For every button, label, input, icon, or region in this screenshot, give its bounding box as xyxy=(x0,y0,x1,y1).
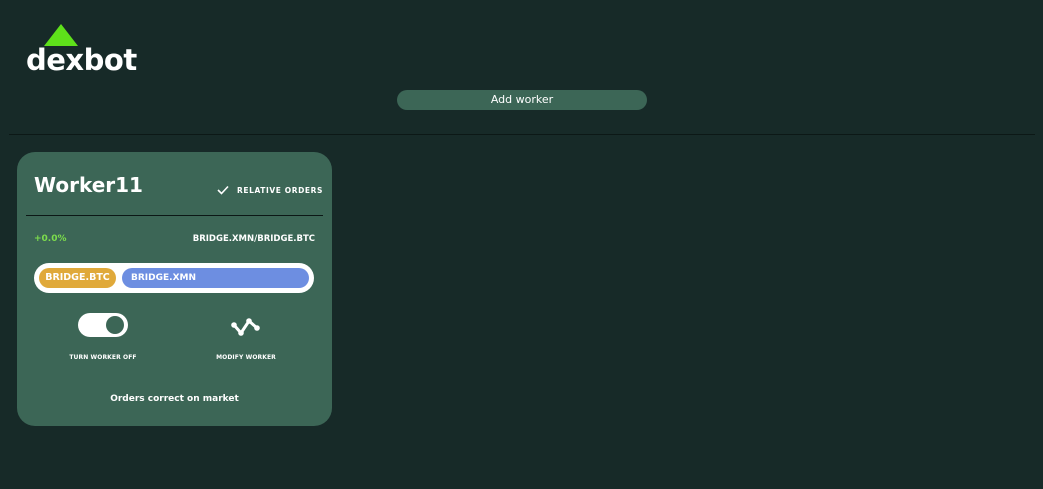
modify-worker-label: MODIFY WORKER xyxy=(216,354,276,361)
modify-icon[interactable] xyxy=(230,316,262,338)
market-pair: BRIDGE.XMN/BRIDGE.BTC xyxy=(192,234,315,244)
quote-asset-pill: BRIDGE.XMN xyxy=(122,268,309,288)
relative-orders-indicator: RELATIVE ORDERS xyxy=(217,183,323,197)
worker-status: Orders correct on market xyxy=(110,394,239,404)
asset-balance-bar: BRIDGE.BTC BRIDGE.XMN xyxy=(34,263,314,293)
worker-card: Worker11 RELATIVE ORDERS +0.0% BRIDGE.XM… xyxy=(17,152,332,426)
base-asset-pill: BRIDGE.BTC xyxy=(39,268,116,288)
turn-worker-off-label: TURN WORKER OFF xyxy=(69,354,137,361)
dexbot-logo: dexbot xyxy=(26,24,137,80)
relative-orders-label: RELATIVE ORDERS xyxy=(237,185,324,195)
worker-name: Worker11 xyxy=(34,173,143,197)
profit-value: +0.0% xyxy=(34,234,67,244)
add-worker-button[interactable]: Add worker xyxy=(397,90,647,110)
card-divider xyxy=(26,215,323,216)
worker-toggle[interactable] xyxy=(78,313,128,337)
check-icon xyxy=(217,185,229,195)
logo-text: dexbot xyxy=(26,43,137,77)
header-divider xyxy=(9,134,1035,135)
toggle-knob xyxy=(106,316,124,334)
